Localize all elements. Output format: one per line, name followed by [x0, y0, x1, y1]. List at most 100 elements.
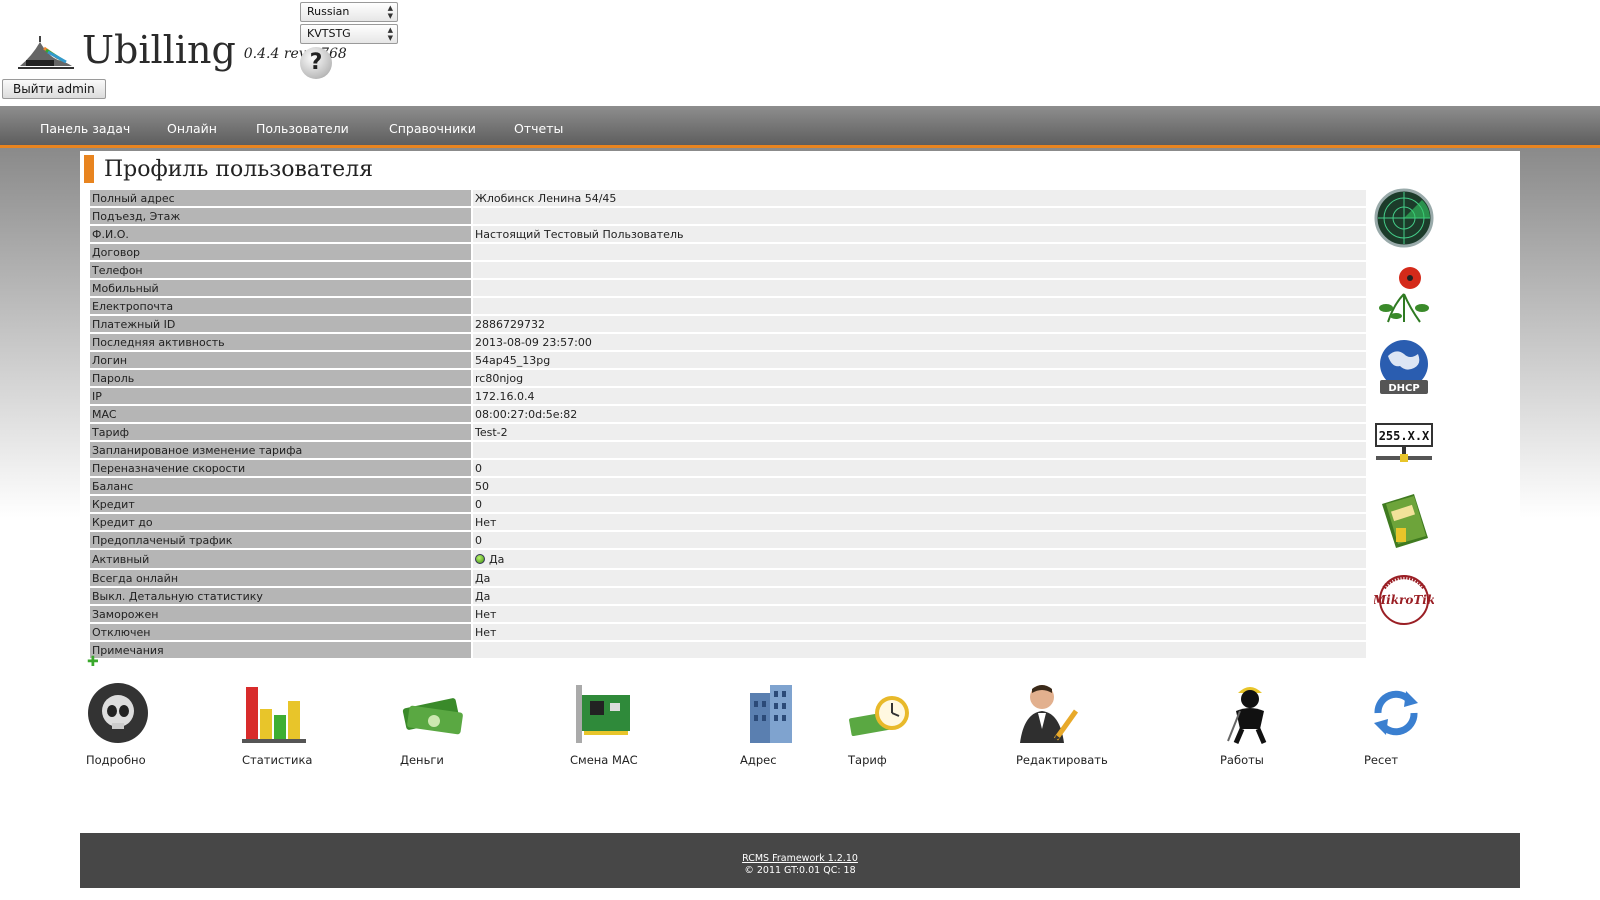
action-tariff[interactable]: Тариф [848, 681, 912, 767]
field-label: Предоплаченый трафик [90, 532, 473, 548]
table-row: Баланс 50 [90, 478, 1366, 494]
footer-framework-link[interactable]: RCMS Framework 1.2.10 [80, 853, 1520, 865]
add-note-icon[interactable]: ✚ [87, 655, 99, 669]
nav-item-taskbar[interactable]: Панель задач [40, 106, 130, 148]
skin-select-value: KVTSTG [307, 27, 351, 40]
action-address[interactable]: Адрес [740, 681, 804, 767]
profile-table: Полный адрес Жлобинск Ленина 54/45 Подъез… [90, 188, 1366, 660]
field-value [473, 208, 1366, 224]
table-row: Отключен Нет [90, 624, 1366, 640]
app-name: Ubilling [82, 28, 236, 72]
table-row: Запланированое изменение тарифа [90, 442, 1366, 458]
field-value [473, 262, 1366, 278]
network-card-icon [576, 685, 630, 743]
field-value: Жлобинск Ленина 54/45 [473, 190, 1366, 206]
action-stats[interactable]: Статистика [242, 681, 312, 767]
action-label: Тариф [848, 753, 887, 767]
dhcp-globe-icon[interactable]: DHCP [1374, 338, 1434, 398]
action-label: Статистика [242, 753, 313, 767]
title-accent-bar [84, 155, 94, 183]
field-label: Тариф [90, 424, 473, 440]
field-label: Пароль [90, 370, 473, 386]
field-label: Отключен [90, 624, 473, 640]
poppy-flower-icon[interactable] [1374, 264, 1434, 324]
user-edit-icon [1020, 685, 1079, 743]
help-icon[interactable]: ? [300, 47, 332, 79]
table-row: IP 172.16.0.4 [90, 388, 1366, 404]
field-value: Да [473, 588, 1366, 604]
table-row: Предоплаченый трафик 0 [90, 532, 1366, 548]
action-money[interactable]: Деньги [400, 681, 464, 767]
field-value: Нет [473, 514, 1366, 530]
action-works[interactable]: Работы [1220, 681, 1284, 767]
nav-item-reports[interactable]: Отчеты [514, 106, 563, 148]
select-arrows-icon: ▲ ▼ [387, 4, 393, 20]
logo-tent-icon [18, 36, 74, 69]
action-reset[interactable]: Ресет [1364, 681, 1428, 767]
action-details[interactable]: Подробно [86, 681, 150, 767]
skull-icon [88, 683, 148, 743]
field-label: MAC [90, 406, 473, 422]
field-label: Логин [90, 352, 473, 368]
field-value: 08:00:27:0d:5e:82 [473, 406, 1366, 422]
field-label: Телефон [90, 262, 473, 278]
field-label: Мобильный [90, 280, 473, 296]
action-label: Деньги [400, 753, 444, 767]
table-row: Кредит до Нет [90, 514, 1366, 530]
table-row: Всегда онлайн Да [90, 570, 1366, 586]
table-row: Логин 54ap45_13pg [90, 352, 1366, 368]
radar-icon[interactable] [1374, 188, 1434, 248]
field-value: Да [473, 550, 1366, 568]
dhcp-icon-text: DHCP [1388, 383, 1419, 394]
nav-item-directories[interactable]: Справочники [389, 106, 476, 148]
field-label: Активный [90, 550, 473, 568]
ip-icon-text: 255.X.X [1379, 429, 1430, 443]
table-row: Примечания [90, 642, 1366, 658]
table-row: Последняя активность 2013-08-09 23:57:00 [90, 334, 1366, 350]
field-label: Заморожен [90, 606, 473, 622]
table-row: MAC 08:00:27:0d:5e:82 [90, 406, 1366, 422]
field-label: Кредит [90, 496, 473, 512]
field-value: 50 [473, 478, 1366, 494]
action-change-mac[interactable]: Смена MAC [570, 681, 638, 767]
field-label: Подъезд, Этаж [90, 208, 473, 224]
select-arrows-icon: ▲ ▼ [387, 26, 393, 42]
nav-item-online[interactable]: Онлайн [167, 106, 217, 148]
action-label: Работы [1220, 753, 1264, 767]
action-label: Адрес [740, 753, 777, 767]
license-book-icon[interactable] [1374, 490, 1434, 550]
page-title-text: Профиль пользователя [104, 156, 373, 182]
field-label: Електропочта [90, 298, 473, 314]
field-label: Последняя активность [90, 334, 473, 350]
field-label: Баланс [90, 478, 473, 494]
worker-icon [1227, 687, 1267, 744]
footer: RCMS Framework 1.2.10 © 2011 GT:0.01 QC:… [80, 833, 1520, 888]
table-row: Заморожен Нет [90, 606, 1366, 622]
nav-item-users[interactable]: Пользователи [256, 106, 349, 148]
action-edit[interactable]: Редактировать [1016, 681, 1108, 767]
footer-stats: © 2011 GT:0.01 QC: 18 [744, 865, 856, 876]
table-row: Договор [90, 244, 1366, 260]
header: Ubilling 0.4.4 rev 2768 Выйти admin Russ… [0, 0, 1600, 106]
active-status-icon [475, 553, 485, 564]
language-select[interactable]: Russian ▲ ▼ [300, 2, 398, 22]
field-value: 0 [473, 460, 1366, 476]
field-value: rc80njog [473, 370, 1366, 386]
field-value [473, 642, 1366, 658]
logout-button[interactable]: Выйти admin [2, 79, 106, 99]
field-value: Нет [473, 606, 1366, 622]
table-row: Ф.И.О. Настоящий Тестовый Пользователь [90, 226, 1366, 242]
skin-select[interactable]: KVTSTG ▲ ▼ [300, 24, 398, 44]
table-row: Активный Да [90, 550, 1366, 568]
language-select-value: Russian [307, 5, 350, 18]
field-label: Договор [90, 244, 473, 260]
field-value: 2886729732 [473, 316, 1366, 332]
field-value: 0 [473, 532, 1366, 548]
ip-255xx-icon[interactable]: 255.X.X [1374, 420, 1434, 480]
mikrotik-logo-icon[interactable]: MikroTik [1374, 568, 1434, 628]
mikrotik-text: MikroTik [1374, 593, 1434, 607]
field-value: Test-2 [473, 424, 1366, 440]
field-label: Переназначение скорости [90, 460, 473, 476]
table-row: Полный адрес Жлобинск Ленина 54/45 [90, 190, 1366, 206]
action-label: Смена MAC [570, 753, 638, 767]
